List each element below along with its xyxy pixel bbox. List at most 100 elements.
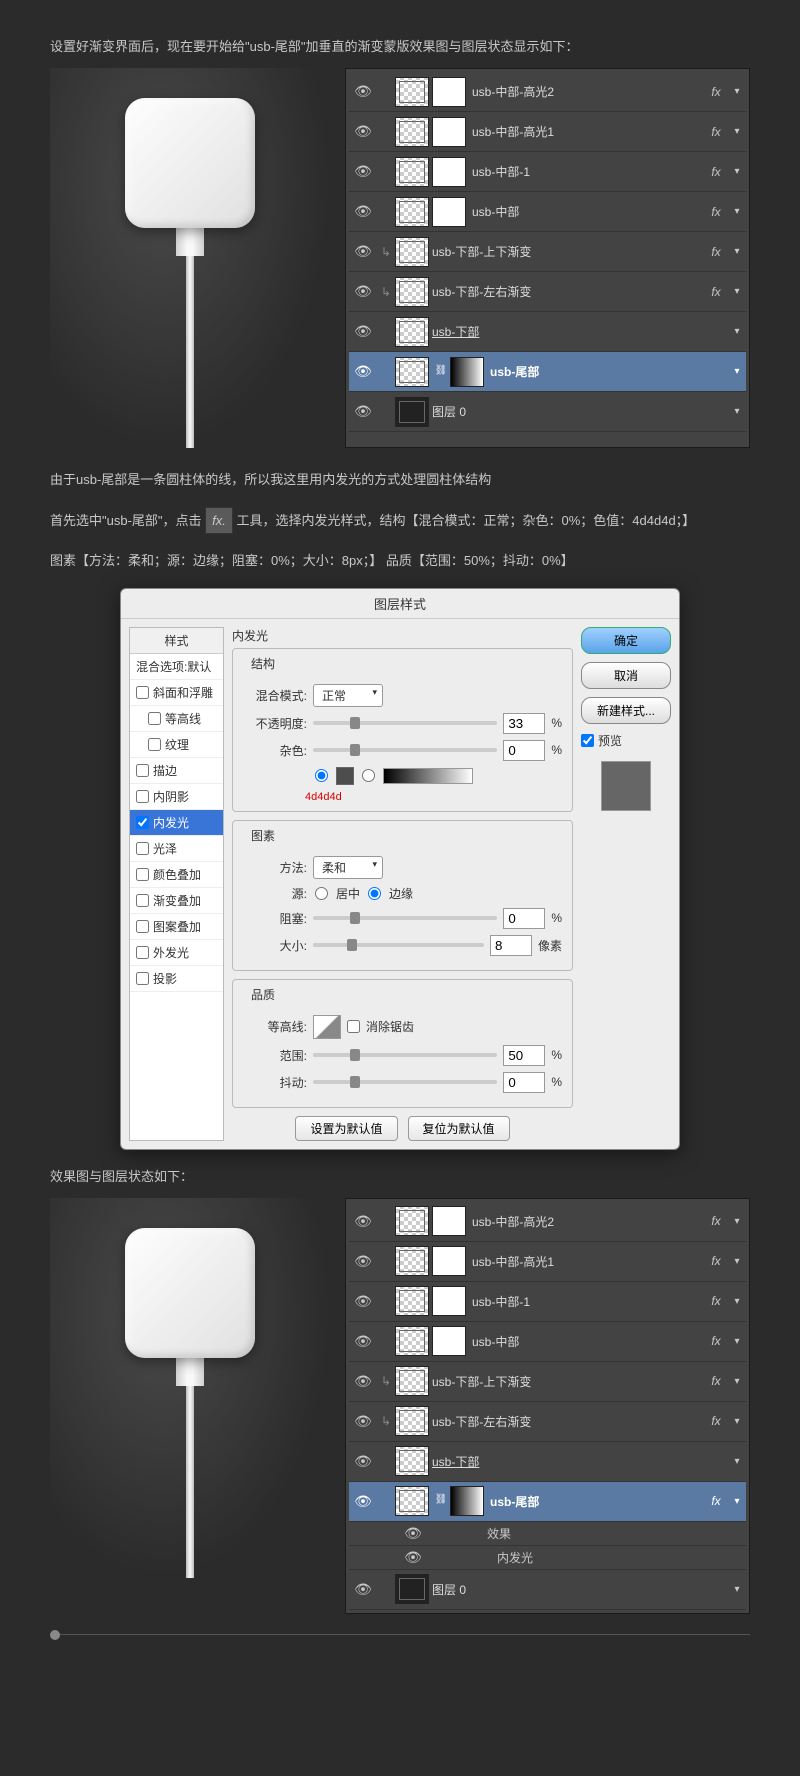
visibility-toggle-icon[interactable]: 👁 xyxy=(349,1413,377,1430)
fx-badge-icon[interactable]: fx xyxy=(704,85,728,99)
style-checkbox[interactable] xyxy=(136,764,149,777)
new-style-button[interactable]: 新建样式... xyxy=(581,697,671,724)
visibility-toggle-icon[interactable]: 👁 xyxy=(349,1213,377,1230)
style-item[interactable]: 颜色叠加 xyxy=(130,862,223,888)
style-item[interactable]: 外发光 xyxy=(130,940,223,966)
visibility-toggle-icon[interactable]: 👁 xyxy=(399,1525,427,1542)
layer-name-label[interactable]: usb-下部 xyxy=(432,323,704,340)
preview-checkbox[interactable] xyxy=(581,734,594,747)
visibility-toggle-icon[interactable]: 👁 xyxy=(349,1453,377,1470)
layer-thumbnail[interactable] xyxy=(395,317,429,347)
fx-badge-icon[interactable]: fx xyxy=(704,285,728,299)
layer-row[interactable]: 👁usb-中部fx▾ xyxy=(349,1322,746,1362)
layer-name-label[interactable]: usb-下部 xyxy=(432,1453,704,1470)
layer-name-label[interactable]: usb-中部-1 xyxy=(472,1293,704,1310)
layer-mask-thumbnail[interactable] xyxy=(432,1206,466,1236)
expand-caret-icon[interactable]: ▾ xyxy=(728,86,746,97)
visibility-toggle-icon[interactable]: 👁 xyxy=(349,1253,377,1270)
layer-row[interactable]: 👁usb-中部-高光2fx▾ xyxy=(349,72,746,112)
set-default-button[interactable]: 设置为默认值 xyxy=(295,1116,397,1141)
layer-row[interactable]: 👁↳usb-下部-左右渐变fx▾ xyxy=(349,272,746,312)
style-checkbox[interactable] xyxy=(136,946,149,959)
layer-row[interactable]: 👁⛓usb-尾部▾ xyxy=(349,352,746,392)
layer-name-label[interactable]: 图层 0 xyxy=(432,403,704,420)
reset-default-button[interactable]: 复位为默认值 xyxy=(408,1116,510,1141)
blend-mode-select[interactable]: 正常 xyxy=(313,684,383,707)
expand-caret-icon[interactable]: ▾ xyxy=(728,1336,746,1347)
visibility-toggle-icon[interactable]: 👁 xyxy=(399,1549,427,1566)
layer-row[interactable]: 👁usb-中部-1fx▾ xyxy=(349,1282,746,1322)
layer-row[interactable]: 👁图层 0▾ xyxy=(349,1570,746,1610)
layer-name-label[interactable]: usb-中部-1 xyxy=(472,163,704,180)
style-checkbox[interactable] xyxy=(136,842,149,855)
layer-name-label[interactable]: usb-下部-左右渐变 xyxy=(432,1413,704,1430)
range-input[interactable] xyxy=(503,1045,545,1066)
layer-name-label[interactable]: usb-下部-上下渐变 xyxy=(432,243,704,260)
expand-caret-icon[interactable]: ▾ xyxy=(728,406,746,417)
style-checkbox[interactable] xyxy=(136,868,149,881)
style-item[interactable]: 纹理 xyxy=(130,732,223,758)
style-checkbox[interactable] xyxy=(136,920,149,933)
layer-row[interactable]: 👁usb-中部fx▾ xyxy=(349,192,746,232)
style-item[interactable]: 投影 xyxy=(130,966,223,992)
layer-name-label[interactable]: usb-中部 xyxy=(472,1333,704,1350)
fx-badge-icon[interactable]: fx xyxy=(704,125,728,139)
layer-name-label[interactable]: usb-下部-左右渐变 xyxy=(432,283,704,300)
fx-badge-icon[interactable]: fx xyxy=(704,1294,728,1308)
size-slider[interactable] xyxy=(313,943,484,947)
expand-caret-icon[interactable]: ▾ xyxy=(728,206,746,217)
choke-slider[interactable] xyxy=(313,916,497,920)
layer-thumbnail[interactable] xyxy=(395,1406,429,1436)
layer-row[interactable]: 👁⛓usb-尾部fx▾ xyxy=(349,1482,746,1522)
layer-name-label[interactable]: usb-下部-上下渐变 xyxy=(432,1373,704,1390)
style-item[interactable]: 渐变叠加 xyxy=(130,888,223,914)
visibility-toggle-icon[interactable]: 👁 xyxy=(349,403,377,420)
color-radio-gradient[interactable] xyxy=(362,769,375,782)
expand-caret-icon[interactable]: ▾ xyxy=(728,1456,746,1467)
opacity-input[interactable] xyxy=(503,713,545,734)
fx-badge-icon[interactable]: fx xyxy=(704,245,728,259)
layer-thumbnail[interactable] xyxy=(395,1206,429,1236)
effects-row[interactable]: 👁效果 xyxy=(349,1522,746,1546)
expand-caret-icon[interactable]: ▾ xyxy=(728,1376,746,1387)
layer-thumbnail[interactable] xyxy=(395,357,429,387)
visibility-toggle-icon[interactable]: 👁 xyxy=(349,123,377,140)
technique-select[interactable]: 柔和 xyxy=(313,856,383,879)
layer-row[interactable]: 👁 图层 0 ▾ xyxy=(349,392,746,432)
layer-thumbnail[interactable] xyxy=(395,277,429,307)
layer-row[interactable]: 👁↳usb-下部-左右渐变fx▾ xyxy=(349,1402,746,1442)
style-item[interactable]: 内发光 xyxy=(130,810,223,836)
style-checkbox[interactable] xyxy=(136,972,149,985)
layer-mask-thumbnail[interactable] xyxy=(450,1486,484,1516)
layer-mask-thumbnail[interactable] xyxy=(450,357,484,387)
style-checkbox[interactable] xyxy=(136,894,149,907)
color-radio-solid[interactable] xyxy=(315,769,328,782)
style-item[interactable]: 图案叠加 xyxy=(130,914,223,940)
visibility-toggle-icon[interactable]: 👁 xyxy=(349,83,377,100)
layer-mask-thumbnail[interactable] xyxy=(432,197,466,227)
layer-name-label[interactable]: usb-中部-高光1 xyxy=(472,123,704,140)
style-checkbox[interactable] xyxy=(148,712,161,725)
layer-name-label[interactable]: usb-尾部 xyxy=(490,363,704,380)
jitter-input[interactable] xyxy=(503,1072,545,1093)
layer-mask-thumbnail[interactable] xyxy=(432,77,466,107)
style-item[interactable]: 斜面和浮雕 xyxy=(130,680,223,706)
visibility-toggle-icon[interactable]: 👁 xyxy=(349,1581,377,1598)
visibility-toggle-icon[interactable]: 👁 xyxy=(349,163,377,180)
layer-thumbnail[interactable] xyxy=(395,1574,429,1604)
visibility-toggle-icon[interactable]: 👁 xyxy=(349,1333,377,1350)
choke-input[interactable] xyxy=(503,908,545,929)
fx-badge-icon[interactable]: fx xyxy=(704,1374,728,1388)
size-input[interactable] xyxy=(490,935,532,956)
expand-caret-icon[interactable]: ▾ xyxy=(728,1584,746,1595)
layer-thumbnail[interactable] xyxy=(395,117,429,147)
gradient-picker[interactable] xyxy=(383,768,473,784)
layer-name-label[interactable]: usb-尾部 xyxy=(490,1493,704,1510)
visibility-toggle-icon[interactable]: 👁 xyxy=(349,1493,377,1510)
style-item[interactable]: 光泽 xyxy=(130,836,223,862)
contour-picker[interactable] xyxy=(313,1015,341,1039)
layer-mask-thumbnail[interactable] xyxy=(432,1246,466,1276)
layer-thumbnail[interactable] xyxy=(395,1246,429,1276)
fx-badge-icon[interactable]: fx xyxy=(704,1254,728,1268)
expand-caret-icon[interactable]: ▾ xyxy=(728,166,746,177)
